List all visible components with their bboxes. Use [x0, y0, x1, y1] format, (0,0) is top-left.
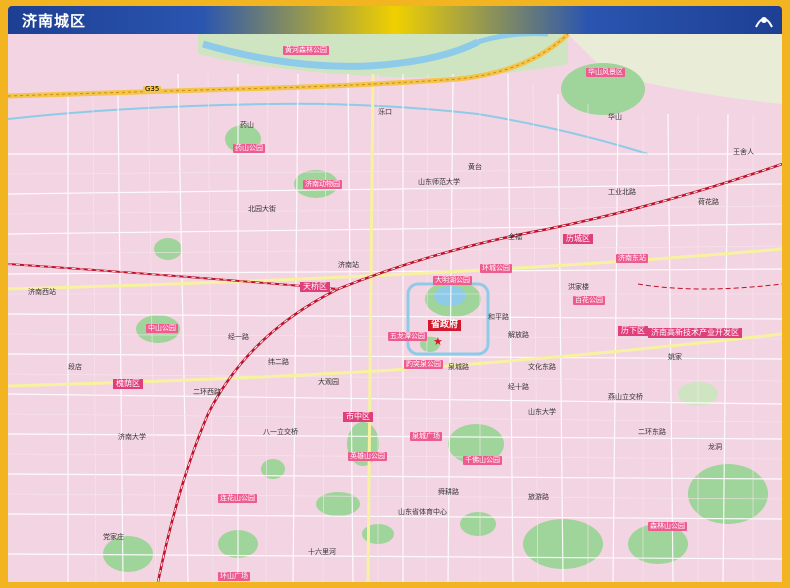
government-label: 省政府 [428, 320, 462, 331]
highway-label: G35 [143, 85, 162, 93]
place-label: 和平路 [488, 313, 509, 321]
place-label: 二环西路 [193, 388, 221, 396]
place-label: 龙洞 [708, 443, 722, 451]
place-label: 荷花路 [698, 198, 719, 206]
district-label: 天桥区 [300, 282, 330, 292]
place-label: 段店 [68, 363, 82, 371]
place-label: 华山 [608, 113, 622, 121]
place-label: 经一路 [228, 333, 249, 341]
park-label: 连花山公园 [218, 494, 257, 503]
place-label: 药山 [240, 121, 254, 129]
park-label: 黄河森林公园 [283, 46, 329, 55]
place-label: 旅游路 [528, 493, 549, 501]
map-title: 济南城区 [22, 12, 87, 30]
place-label: 党家庄 [103, 533, 124, 541]
place-label: 山东大学 [528, 408, 556, 416]
place-label: 姚家 [668, 353, 682, 361]
star-icon: ★ [433, 335, 443, 348]
place-label: 大观园 [318, 378, 339, 386]
park-label: 泉城广场 [410, 432, 442, 441]
place-label: 燕山立交桥 [608, 393, 643, 401]
park-label: 五龙潭公园 [388, 332, 427, 341]
place-label: 二环东路 [638, 428, 666, 436]
place-label: 山东师范大学 [418, 178, 460, 186]
place-label: 工业北路 [608, 188, 636, 196]
city-map[interactable]: 黄河森林公园 华山风景区 药山公园 济南动物园 大明湖公园 趵突泉公园 泉城广场… [8, 34, 782, 582]
place-label: 十六里河 [308, 548, 336, 556]
park-label: 森林山公园 [648, 522, 687, 531]
place-label: 文化东路 [528, 363, 556, 371]
place-label: 八一立交桥 [263, 428, 298, 436]
place-label: 王舍人 [733, 148, 754, 156]
park-label: 环城公园 [480, 264, 512, 273]
place-label: 舜耕路 [438, 488, 459, 496]
park-label: 环山广场 [218, 572, 250, 581]
place-label: 全福 [508, 233, 522, 241]
park-label: 英雄山公园 [348, 452, 387, 461]
district-label: 槐荫区 [113, 379, 143, 389]
park-label: 药山公园 [233, 144, 265, 153]
park-label: 华山风景区 [586, 68, 625, 77]
district-label: 市中区 [343, 412, 373, 422]
map-header: 济南城区 [8, 6, 782, 34]
park-label: 趵突泉公园 [404, 360, 443, 369]
district-label: 历城区 [563, 234, 593, 244]
place-label: 洪家楼 [568, 283, 589, 291]
place-label: 济南西站 [28, 288, 56, 296]
park-label: 千佛山公园 [463, 456, 502, 465]
district-label: 济南高新技术产业开发区 [648, 328, 742, 338]
ornament-icon [755, 17, 773, 28]
park-label: 大明湖公园 [433, 276, 472, 285]
place-label: 泉城路 [448, 363, 469, 371]
place-label: 黄台 [468, 163, 482, 171]
park-label: 济南动物园 [303, 180, 342, 189]
place-label: 泺口 [378, 108, 392, 116]
district-label: 历下区 [618, 326, 648, 336]
park-label: 百花公园 [573, 296, 605, 305]
place-label: 济南站 [338, 261, 359, 269]
place-label: 济南大学 [118, 433, 146, 441]
place-label: 解放路 [508, 331, 529, 339]
place-label: 经十路 [508, 383, 529, 391]
park-label: 济南东站 [616, 254, 648, 263]
park-label: 中山公园 [146, 324, 178, 333]
map-frame: 济南城区 黄河森林公园 华山风景区 药山公园 济南动物园 大明湖公园 趵突泉公园… [0, 0, 790, 588]
map-canvas [8, 34, 782, 582]
place-label: 北园大街 [248, 205, 276, 213]
place-label: 纬二路 [268, 358, 289, 366]
place-label: 山东省体育中心 [398, 508, 447, 516]
